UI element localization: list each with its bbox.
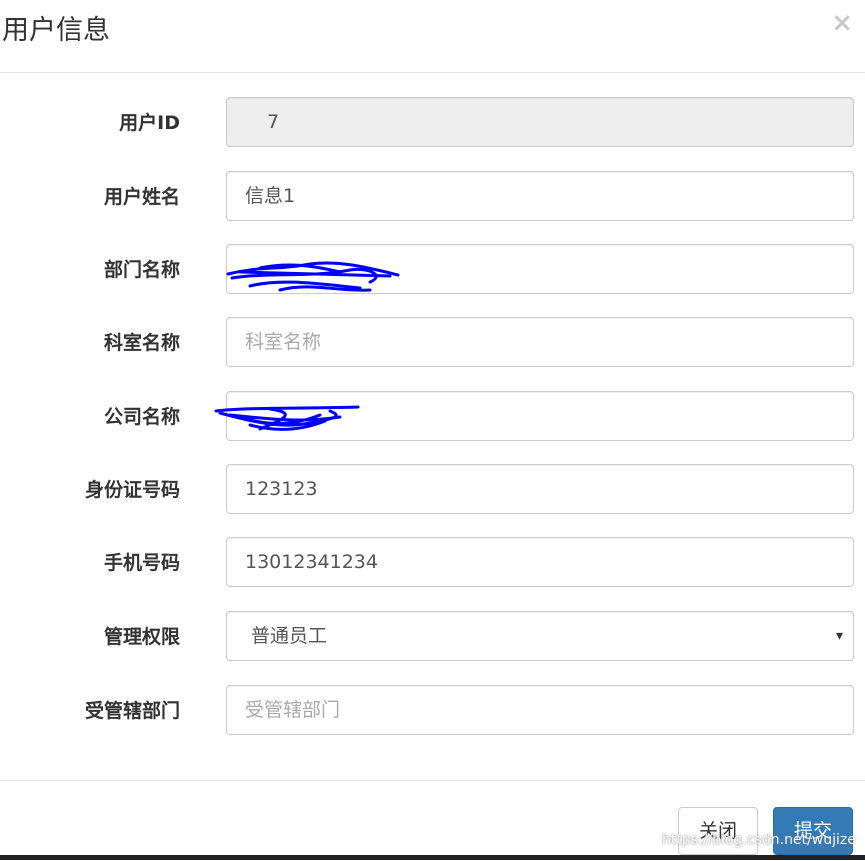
modal-title: 用户信息 (2, 15, 110, 46)
user-id-input[interactable]: 7 (226, 97, 854, 147)
label-managed-dept: 受管辖部门 (84, 700, 180, 722)
form-row-department: 部门名称 (0, 244, 865, 296)
label-company: 公司名称 (103, 406, 180, 428)
section-input[interactable]: 科室名称 (226, 317, 854, 367)
user-name-input[interactable]: 信息1 (226, 171, 854, 221)
label-user-id: 用户ID (119, 112, 180, 134)
form-row-id-card: 身份证号码 123123 (0, 464, 865, 516)
company-input[interactable] (226, 391, 854, 441)
modal-footer: 关闭 提交 (0, 780, 865, 861)
form-row-section: 科室名称 科室名称 (0, 317, 865, 369)
label-department: 部门名称 (103, 259, 180, 281)
managed-dept-input[interactable]: 受管辖部门 (226, 685, 854, 735)
form-row-permission: 管理权限 普通员工 ▾ (0, 611, 865, 663)
id-card-input[interactable]: 123123 (226, 464, 854, 514)
department-input[interactable] (226, 244, 854, 294)
label-phone: 手机号码 (103, 552, 180, 574)
close-icon[interactable]: × (831, 8, 853, 38)
phone-input[interactable]: 13012341234 (226, 537, 854, 587)
permission-selected-value: 普通员工 (251, 625, 328, 647)
bottom-divider (0, 855, 865, 860)
watermark: https://blog.csdn.net/wujize (662, 832, 856, 848)
label-section: 科室名称 (103, 332, 180, 354)
form-row-company: 公司名称 (0, 391, 865, 443)
modal-header: 用户信息 × (0, 0, 865, 73)
form-row-user-id: 用户ID 7 (0, 97, 865, 149)
chevron-down-icon: ▾ (835, 628, 843, 644)
label-id-card: 身份证号码 (84, 479, 180, 501)
permission-select[interactable]: 普通员工 ▾ (226, 611, 854, 661)
form-row-phone: 手机号码 13012341234 (0, 537, 865, 589)
form-row-managed-dept: 受管辖部门 受管辖部门 (0, 685, 865, 737)
label-permission: 管理权限 (103, 626, 180, 648)
label-user-name: 用户姓名 (103, 186, 180, 208)
form-row-user-name: 用户姓名 信息1 (0, 171, 865, 223)
